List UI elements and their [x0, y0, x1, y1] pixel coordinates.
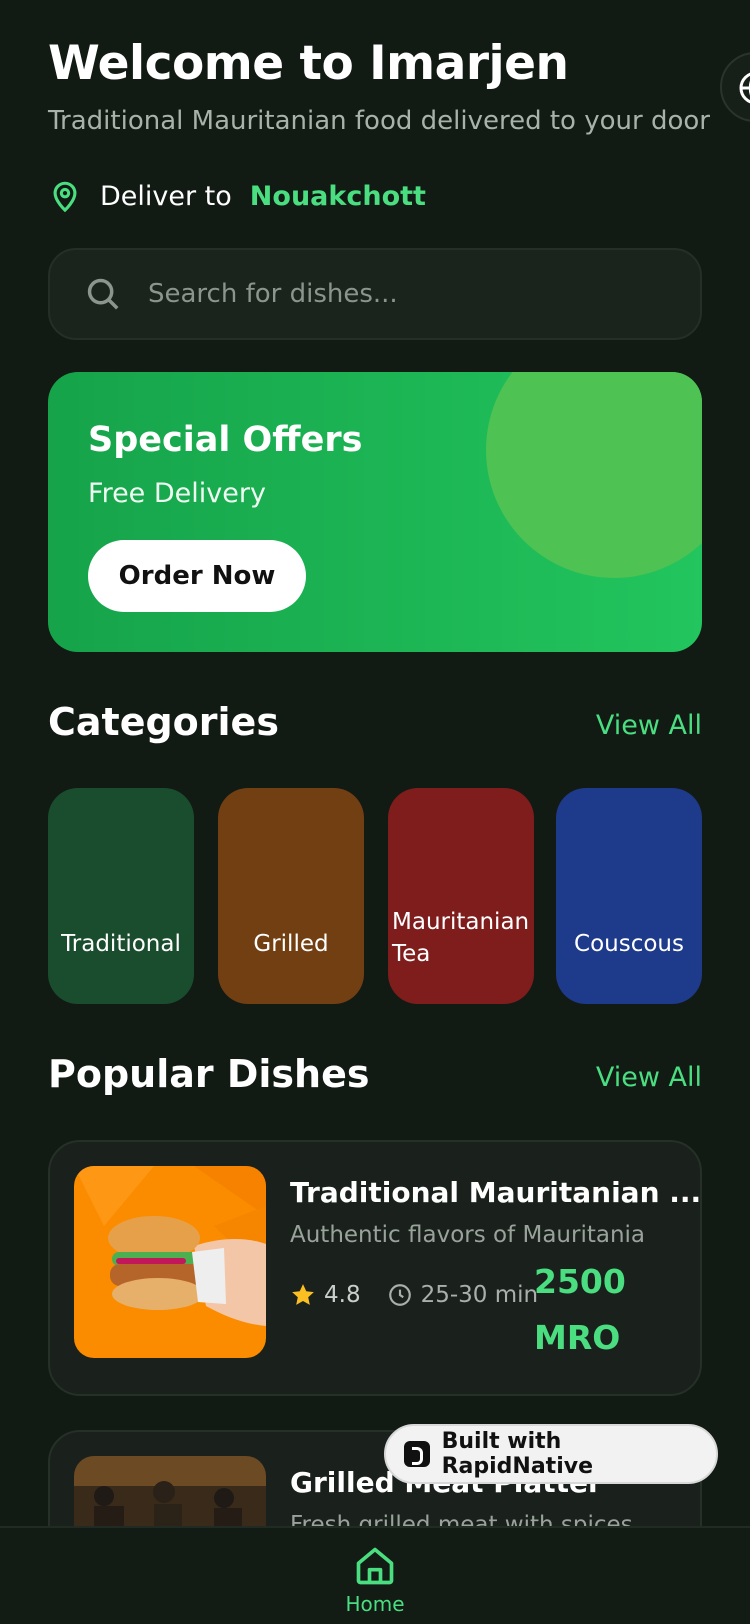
badge-text: Built with RapidNative: [441, 1429, 593, 1479]
category-label: Mauritanian Tea: [392, 909, 530, 967]
popular-dishes-title: Popular Dishes: [48, 1052, 370, 1096]
rapidnative-logo-icon: [404, 1441, 430, 1467]
language-button[interactable]: [720, 52, 750, 122]
dish-meta: 4.8 25-30 min: [290, 1282, 538, 1308]
star-icon: [292, 1284, 314, 1305]
location-pin-icon: [53, 181, 77, 213]
page-title: Welcome to Imarjen: [48, 36, 569, 91]
tab-home[interactable]: Home: [330, 1528, 420, 1624]
deliver-to-label: Deliver to: [100, 180, 232, 212]
special-offers-banner[interactable]: Special Offers Free Delivery Order Now: [48, 372, 702, 652]
home-icon: [356, 1547, 394, 1585]
search-icon: [87, 278, 119, 310]
bottom-tab-bar: Home: [0, 1526, 750, 1624]
category-mauritanian-tea[interactable]: Mauritanian Tea: [388, 788, 534, 1004]
dish-price: 2500 MRO: [534, 1254, 644, 1366]
price-currency: MRO: [534, 1318, 621, 1357]
category-traditional[interactable]: Traditional: [48, 788, 194, 1004]
app-screen: Welcome to Imarjen Traditional Mauritani…: [0, 0, 750, 1624]
category-label: Traditional: [61, 931, 181, 957]
built-with-badge[interactable]: Built with RapidNative: [384, 1424, 718, 1484]
page-subtitle: Traditional Mauritanian food delivered t…: [48, 106, 710, 136]
dish-name: Traditional Mauritanian ...: [290, 1176, 702, 1209]
clock-icon: [388, 1284, 411, 1306]
banner-decoration: [486, 372, 702, 578]
dish-delivery-time: 25-30 min: [420, 1282, 539, 1308]
dish-card[interactable]: Traditional Mauritanian ... Authentic fl…: [48, 1140, 702, 1396]
search-input[interactable]: [148, 279, 668, 309]
order-now-button[interactable]: Order Now: [88, 540, 306, 612]
popular-view-all-link[interactable]: View All: [596, 1062, 702, 1093]
tab-home-label: Home: [345, 1592, 405, 1616]
search-bar[interactable]: [48, 248, 702, 340]
dish-description: Authentic flavors of Mauritania: [290, 1222, 646, 1248]
globe-icon: [739, 72, 750, 104]
banner-title: Special Offers: [88, 420, 363, 460]
category-couscous[interactable]: Couscous: [556, 788, 702, 1004]
category-grilled[interactable]: Grilled: [218, 788, 364, 1004]
categories-title: Categories: [48, 700, 279, 744]
banner-subtitle: Free Delivery: [88, 478, 266, 509]
category-label: Grilled: [253, 931, 329, 957]
dish-rating: 4.8: [324, 1282, 361, 1308]
dish-image: [74, 1166, 266, 1358]
categories-view-all-link[interactable]: View All: [596, 710, 702, 741]
delivery-city[interactable]: Nouakchott: [250, 181, 426, 212]
price-value: 2500: [534, 1262, 626, 1301]
delivery-location[interactable]: Deliver to Nouakchott: [48, 174, 426, 218]
category-label: Couscous: [574, 931, 684, 957]
